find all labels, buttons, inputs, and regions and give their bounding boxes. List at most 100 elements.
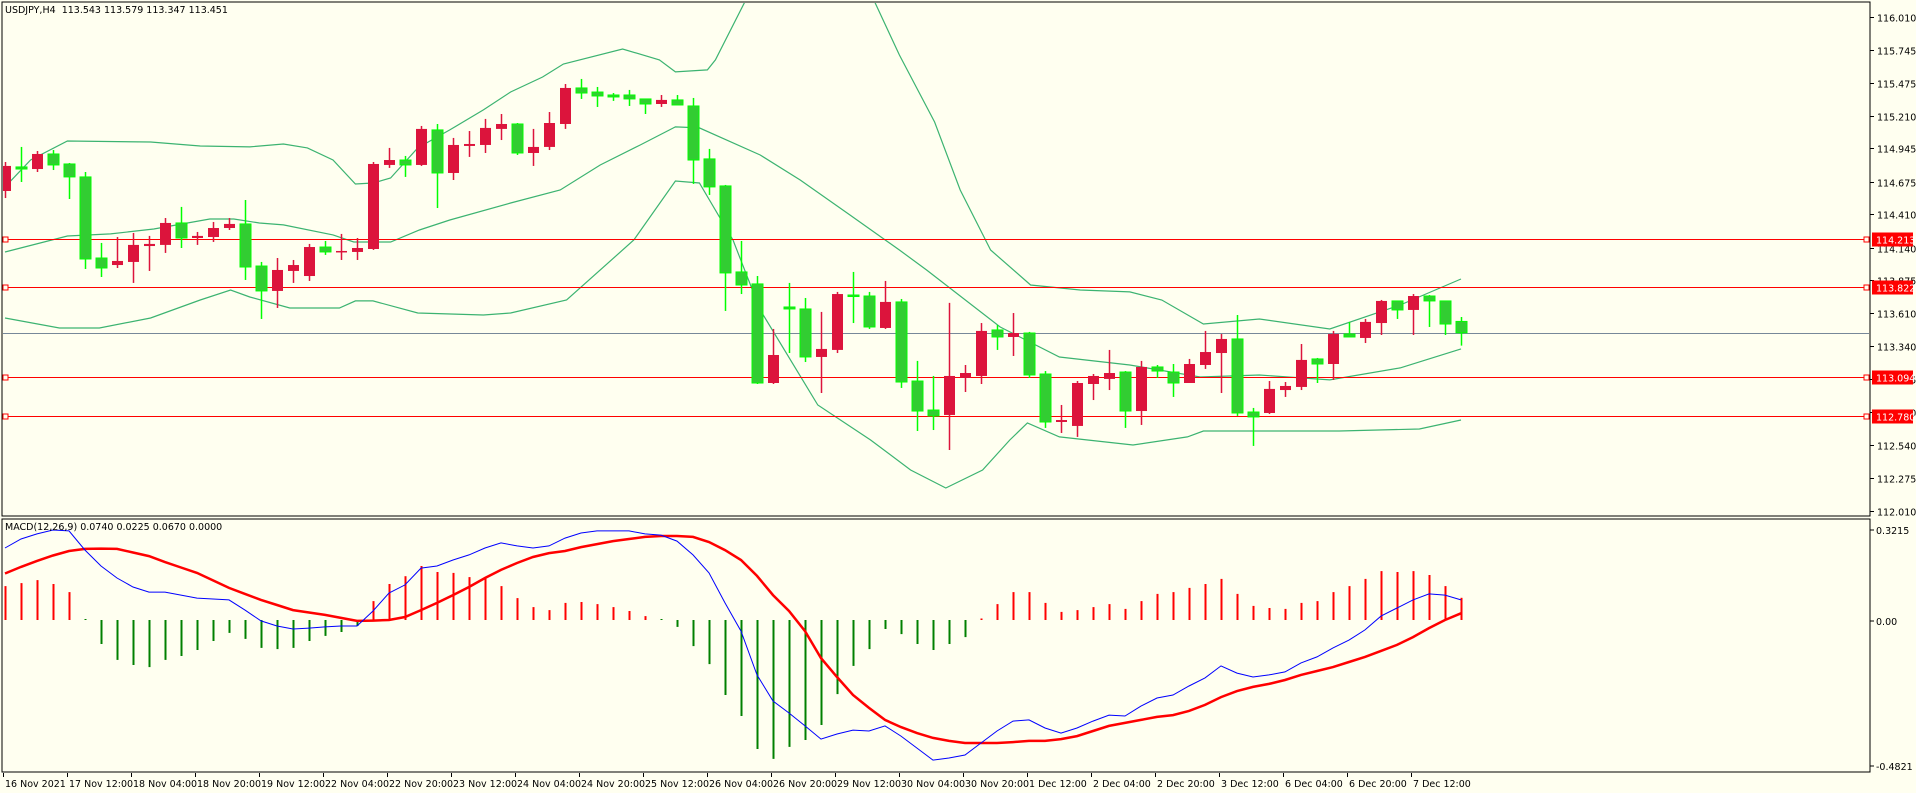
candle-body bbox=[832, 294, 843, 350]
candle bbox=[32, 151, 43, 172]
candle-body bbox=[719, 185, 732, 274]
candle-body bbox=[304, 247, 315, 277]
candle-body bbox=[175, 222, 188, 239]
macd-header: MACD(12,26,9) 0.0740 0.0225 0.0670 0.000… bbox=[5, 522, 222, 533]
candle bbox=[416, 125, 427, 166]
level-price-label: 114.213 bbox=[1876, 236, 1915, 247]
candle-body bbox=[768, 354, 779, 384]
candle-body bbox=[1408, 296, 1419, 310]
candle bbox=[79, 171, 92, 269]
candle-body bbox=[960, 373, 971, 378]
macd-values: 0.0740 0.0225 0.0670 0.0000 bbox=[80, 522, 223, 533]
level-anchor-right[interactable] bbox=[1863, 284, 1870, 291]
candle-body bbox=[687, 105, 700, 161]
candle-body bbox=[656, 99, 667, 104]
candle bbox=[863, 291, 876, 329]
candle-body bbox=[431, 129, 444, 174]
candle-body bbox=[112, 260, 123, 266]
candle-body bbox=[1360, 321, 1371, 338]
time-tick-label: 2 Dec 20:00 bbox=[1157, 779, 1215, 790]
candle-body bbox=[1231, 338, 1244, 414]
candle-body bbox=[591, 91, 604, 97]
candle bbox=[1039, 371, 1052, 428]
macd-name: MACD(12,26,9) bbox=[5, 522, 78, 533]
level-anchor-right[interactable] bbox=[1863, 374, 1870, 381]
candle-body bbox=[735, 271, 748, 286]
level-anchor-right[interactable] bbox=[1863, 413, 1870, 420]
price-tick-label: 115.210 bbox=[1877, 113, 1916, 124]
symbol-label: USDJPY,H4 bbox=[5, 5, 56, 16]
price-tick-label: 114.675 bbox=[1877, 179, 1916, 190]
time-tick-label: 6 Dec 04:00 bbox=[1285, 779, 1343, 790]
price-tick-label: 115.745 bbox=[1877, 47, 1916, 58]
candle-body bbox=[352, 248, 363, 252]
candle-body bbox=[976, 330, 987, 376]
candle-body bbox=[79, 176, 92, 260]
candle bbox=[895, 298, 908, 388]
candle-body bbox=[224, 223, 235, 229]
time-tick-label: 24 Nov 04:00 bbox=[517, 779, 581, 790]
candle-body bbox=[671, 99, 684, 106]
candle-body bbox=[63, 163, 76, 178]
price-tick-label: 114.945 bbox=[1877, 145, 1916, 156]
time-tick-label: 17 Nov 12:00 bbox=[69, 779, 133, 790]
candle-body bbox=[1280, 385, 1291, 391]
level-price-label: 113.094 bbox=[1876, 374, 1915, 385]
time-tick-label: 29 Nov 12:00 bbox=[837, 779, 901, 790]
macd-axis-label: -0.4821 bbox=[1876, 762, 1913, 773]
level-anchor-left[interactable] bbox=[2, 236, 9, 243]
candle-body bbox=[239, 223, 252, 268]
time-tick-label: 18 Nov 04:00 bbox=[133, 779, 197, 790]
chart-background bbox=[0, 0, 1916, 793]
candle bbox=[832, 291, 843, 354]
candle-body bbox=[623, 94, 636, 100]
candle-body bbox=[895, 301, 908, 383]
level-anchor-left[interactable] bbox=[2, 284, 9, 291]
candle bbox=[511, 123, 524, 155]
candle-body bbox=[319, 246, 332, 253]
candle-body bbox=[544, 123, 555, 147]
candle-body bbox=[336, 250, 347, 253]
candle-body bbox=[927, 409, 940, 417]
level-price-label: 113.822 bbox=[1876, 284, 1915, 295]
candle-body bbox=[288, 265, 299, 271]
candle-body bbox=[880, 301, 891, 328]
candle bbox=[976, 323, 987, 384]
candle-body bbox=[1008, 333, 1019, 337]
candle-body bbox=[128, 244, 139, 262]
candle-body bbox=[160, 222, 171, 245]
level-anchor-left[interactable] bbox=[2, 374, 9, 381]
macd-axis-label: 0.00 bbox=[1876, 617, 1897, 628]
candle-body bbox=[47, 153, 60, 166]
time-tick-label: 2 Dec 04:00 bbox=[1093, 779, 1151, 790]
price-tick-label: 116.010 bbox=[1877, 14, 1916, 25]
candle-body bbox=[1039, 373, 1052, 423]
price-tick-label: 115.475 bbox=[1877, 80, 1916, 91]
candle-body bbox=[1296, 359, 1307, 387]
candle-body bbox=[1072, 383, 1083, 426]
candle-body bbox=[1200, 352, 1211, 365]
time-tick-label: 30 Nov 04:00 bbox=[901, 779, 965, 790]
level-anchor-right[interactable] bbox=[1863, 236, 1870, 243]
candle-body bbox=[1376, 300, 1387, 324]
macd-axis-label: 0.3215 bbox=[1876, 526, 1909, 537]
candle-body bbox=[1056, 420, 1067, 422]
time-tick-label: 3 Dec 12:00 bbox=[1221, 779, 1279, 790]
time-tick-label: 24 Nov 20:00 bbox=[581, 779, 645, 790]
candle-body bbox=[464, 143, 475, 146]
candle-body bbox=[1311, 358, 1324, 365]
candle-body bbox=[783, 306, 796, 310]
chart-window[interactable]: 116.010 115.745 115.475 115.210 114.945 114.6… bbox=[0, 0, 1916, 793]
candle-body bbox=[95, 257, 108, 269]
candle-body bbox=[1216, 338, 1227, 354]
candle-body bbox=[911, 380, 924, 412]
candle-body bbox=[272, 269, 283, 291]
level-anchor-left[interactable] bbox=[2, 413, 9, 420]
price-tick-label: 112.010 bbox=[1877, 508, 1916, 519]
candle-body bbox=[1023, 332, 1036, 376]
candle-body bbox=[639, 98, 652, 105]
time-tick-label: 19 Nov 12:00 bbox=[261, 779, 325, 790]
candle bbox=[751, 276, 764, 384]
time-tick-label: 18 Nov 20:00 bbox=[197, 779, 261, 790]
candle-body bbox=[944, 375, 955, 415]
